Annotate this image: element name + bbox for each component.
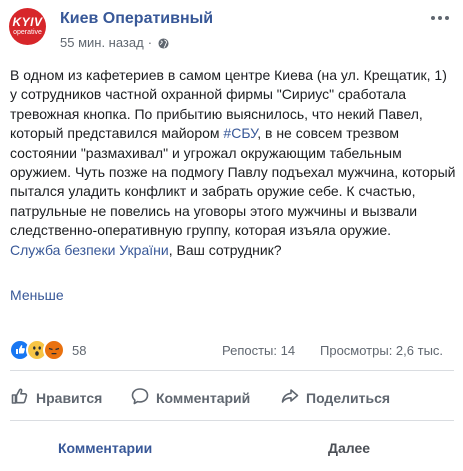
reaction-count: 58 xyxy=(72,342,87,358)
more-dots-icon[interactable] xyxy=(431,16,453,24)
comment-button[interactable]: Комментарий xyxy=(130,386,250,409)
mention-link[interactable]: Служба безпеки України xyxy=(10,242,169,258)
post-meta: 55 мин. назад · xyxy=(60,35,169,50)
page-name-link[interactable]: Киев Оперативный xyxy=(60,10,213,28)
divider xyxy=(10,370,454,371)
post-timestamp[interactable]: 55 мин. назад xyxy=(60,35,144,50)
share-button[interactable]: Поделиться xyxy=(280,386,390,409)
angry-reaction-icon xyxy=(43,339,65,361)
like-button[interactable]: Нравится xyxy=(10,386,102,409)
like-label: Нравится xyxy=(36,389,103,406)
next-link[interactable]: Далее xyxy=(328,440,370,456)
comments-link[interactable]: Комментарии xyxy=(58,440,152,456)
page-avatar[interactable]: KYIV operative xyxy=(9,8,46,45)
logo-subtext: operative xyxy=(13,29,42,36)
action-bar: Нравится Комментарий Поделиться xyxy=(0,380,463,414)
shares-count[interactable]: Репосты: 14 xyxy=(222,343,295,358)
reactions-summary[interactable]: 58 xyxy=(9,339,86,361)
post-text-part2: , в не совсем трезвом состоянии "размахи… xyxy=(10,125,456,239)
comment-label: Комментарий xyxy=(156,389,251,406)
comment-icon xyxy=(130,386,150,409)
post-body: В одном из кафетериев в самом центре Кие… xyxy=(10,66,456,260)
bottom-bar: Комментарии Далее xyxy=(0,428,463,468)
globe-icon xyxy=(158,37,169,49)
share-arrow-icon xyxy=(280,386,300,409)
post-header: KYIV operative Киев Оперативный 55 мин. … xyxy=(0,0,463,60)
meta-separator: · xyxy=(147,35,153,50)
views-count: Просмотры: 2,6 тыс. xyxy=(320,343,444,358)
thumbs-up-icon xyxy=(10,386,30,409)
share-label: Поделиться xyxy=(306,389,391,406)
divider xyxy=(10,420,454,421)
hashtag-link[interactable]: #СБУ xyxy=(223,125,257,141)
see-less-link[interactable]: Меньше xyxy=(10,287,64,303)
mention-suffix: , Ваш сотрудник? xyxy=(168,241,282,258)
post-stats: 58 Репосты: 14 Просмотры: 2,6 тыс. xyxy=(0,336,463,364)
logo-text: KYIV xyxy=(12,15,43,29)
